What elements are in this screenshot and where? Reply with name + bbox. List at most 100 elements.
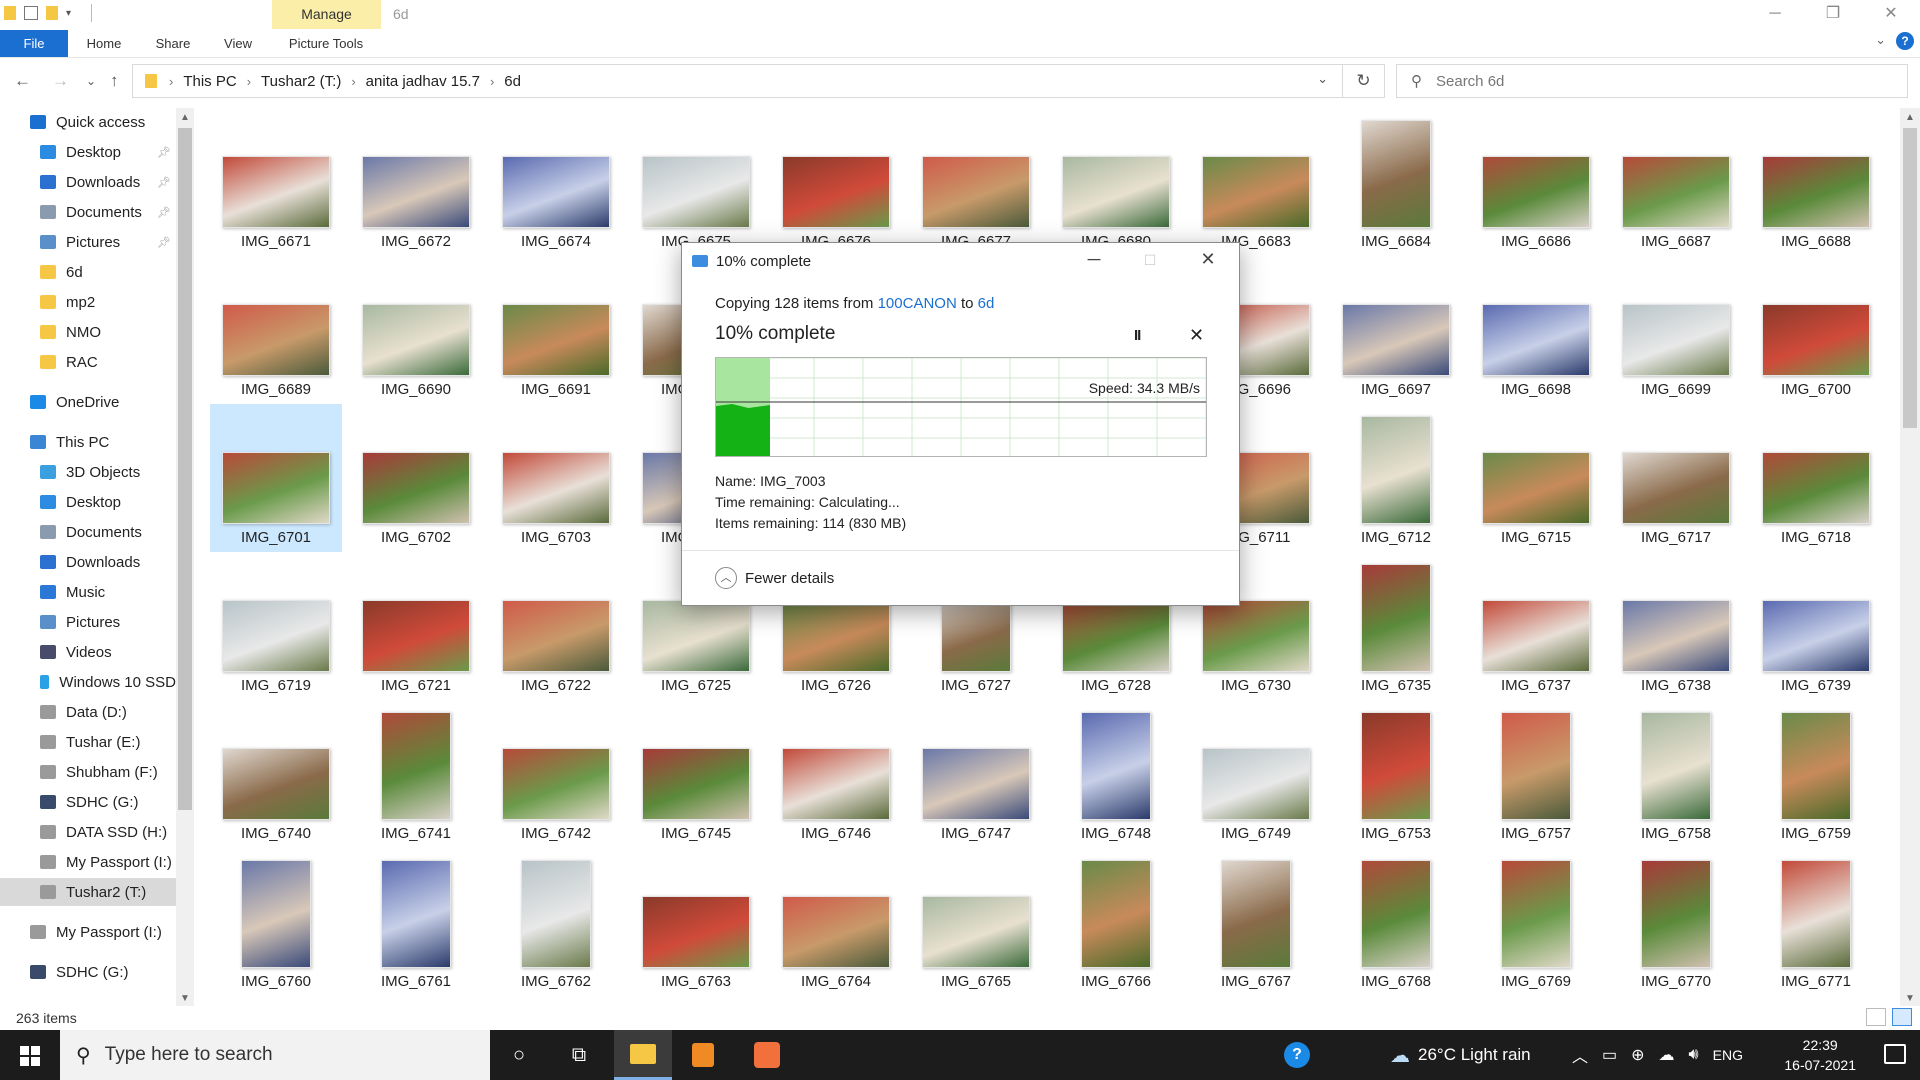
sidebar-item[interactable]: 6d [0,258,176,286]
sidebar-item[interactable]: mp2 [0,288,176,316]
sidebar-item[interactable]: My Passport (I:) [0,918,176,946]
network-icon[interactable]: ⊕ [1631,1045,1644,1065]
file-tile[interactable]: IMG_6680 [1050,108,1182,256]
sidebar-item[interactable]: NMO [0,318,176,346]
file-tile[interactable]: IMG_6761 [350,848,482,996]
sidebar-item[interactable]: Pictures 📌︎ [0,228,176,256]
sidebar-item[interactable]: Desktop [0,488,176,516]
file-tile[interactable]: IMG_6740 [210,700,342,848]
minimize-button[interactable]: ─ [1074,249,1114,270]
folder-icon[interactable] [4,6,16,20]
scroll-up-icon[interactable]: ▲ [1905,112,1915,123]
file-tile[interactable]: IMG_6765 [910,848,1042,996]
search-input[interactable]: Search 6d [1436,73,1504,90]
file-tile[interactable]: IMG_6717 [1610,404,1742,552]
source-link[interactable]: 100CANON [878,295,957,312]
address-dropdown-icon[interactable]: ⌄ [1317,71,1328,87]
file-tile[interactable]: IMG_6742 [490,700,622,848]
up-arrow-icon[interactable]: ↑ [110,71,119,91]
sidebar-item[interactable]: Quick access [0,108,176,136]
xampp-icon[interactable] [738,1030,796,1080]
details-view-icon[interactable] [1866,1008,1886,1026]
file-tile[interactable]: IMG_6735 [1330,552,1462,700]
file-tile[interactable]: IMG_6721 [350,552,482,700]
taskbar-search-input[interactable]: Type here to search [105,1044,273,1066]
sidebar-item[interactable]: Pictures [0,608,176,636]
sidebar-item[interactable]: SDHC (G:) [0,788,176,816]
pin-icon[interactable]: 📌︎ [157,206,171,219]
file-tile[interactable]: IMG_6758 [1610,700,1742,848]
file-tile[interactable]: IMG_6688 [1750,108,1882,256]
file-tile[interactable]: IMG_6686 [1470,108,1602,256]
sidebar-item[interactable]: Downloads 📌︎ [0,168,176,196]
pause-button[interactable]: II [1134,327,1141,344]
scrollbar-thumb[interactable] [1903,128,1917,428]
file-tile[interactable]: IMG_6748 [1050,700,1182,848]
sidebar-item[interactable]: Tushar (E:) [0,728,176,756]
sidebar-item[interactable]: Documents [0,518,176,546]
breadcrumb-this-pc[interactable]: This PC [183,73,236,90]
pin-icon[interactable]: 📌︎ [157,146,171,159]
minimize-button[interactable]: ─ [1746,0,1804,30]
file-tile[interactable]: IMG_6677 [910,108,1042,256]
breadcrumb-drive[interactable]: Tushar2 (T:) [261,73,341,90]
file-tile[interactable]: IMG_6747 [910,700,1042,848]
file-tile[interactable]: IMG_6674 [490,108,622,256]
sidebar-item[interactable]: Windows 10 SSD [0,668,176,696]
file-tile[interactable]: IMG_6749 [1190,700,1322,848]
chevron-right-icon[interactable]: › [169,74,173,89]
file-tile[interactable]: IMG_6745 [630,700,762,848]
close-button[interactable]: ✕ [1862,0,1920,30]
volume-icon[interactable]: 🔊︎ [1689,1046,1699,1064]
sidebar-item[interactable]: This PC [0,428,176,456]
file-tile[interactable]: IMG_6719 [210,552,342,700]
task-view-icon[interactable]: ⧉ [550,1030,608,1080]
sidebar-item[interactable]: My Passport (I:) [0,848,176,876]
sidebar-item[interactable]: Tushar2 (T:) [0,878,176,906]
file-tile[interactable]: IMG_6700 [1750,256,1882,404]
clock[interactable]: 22:39 16-07-2021 [1784,1035,1856,1075]
sidebar-item[interactable]: Videos [0,638,176,666]
file-tile[interactable]: IMG_6766 [1050,848,1182,996]
scrollbar-thumb[interactable] [178,128,192,810]
file-tile[interactable]: IMG_6676 [770,108,902,256]
file-tile[interactable]: IMG_6703 [490,404,622,552]
file-tile[interactable]: IMG_6757 [1470,700,1602,848]
file-tile[interactable]: IMG_6712 [1330,404,1462,552]
file-tile[interactable]: IMG_6675 [630,108,762,256]
properties-icon[interactable] [24,6,38,20]
onedrive-icon[interactable]: ☁ [1659,1045,1675,1065]
breadcrumb-current[interactable]: 6d [504,73,521,90]
pin-icon[interactable]: 📌︎ [157,176,171,189]
chevron-right-icon[interactable]: › [490,74,494,89]
file-tile[interactable]: IMG_6769 [1470,848,1602,996]
file-tile[interactable]: IMG_6771 [1750,848,1882,996]
sidebar-item[interactable]: OneDrive [0,388,176,416]
tab-share[interactable]: Share [148,30,198,57]
file-tile[interactable]: IMG_6753 [1330,700,1462,848]
breadcrumb-folder[interactable]: anita jadhav 15.7 [366,73,480,90]
forward-arrow-icon[interactable]: → [52,71,69,91]
file-tile[interactable]: IMG_6671 [210,108,342,256]
file-tile[interactable]: IMG_6764 [770,848,902,996]
language-indicator[interactable]: ENG [1713,1047,1743,1063]
file-tile[interactable]: IMG_6718 [1750,404,1882,552]
file-tile[interactable]: IMG_6690 [350,256,482,404]
sidebar-item[interactable]: Downloads [0,548,176,576]
weather-widget[interactable]: ☁ 26°C Light rain [1390,1030,1531,1080]
file-explorer-icon[interactable] [614,1030,672,1080]
file-tile[interactable]: IMG_6762 [490,848,622,996]
file-tile[interactable]: IMG_6760 [210,848,342,996]
manage-tab[interactable]: Manage [272,0,381,29]
new-folder-icon[interactable] [46,6,58,20]
file-tile[interactable]: IMG_6738 [1610,552,1742,700]
file-grid-scrollbar[interactable]: ▲ ▼ [1900,108,1920,1008]
pin-icon[interactable]: 📌︎ [157,236,171,249]
scroll-down-icon[interactable]: ▼ [1905,993,1915,1004]
start-button[interactable] [0,1030,60,1080]
file-tile[interactable]: IMG_6741 [350,700,482,848]
notification-icon[interactable] [1884,1044,1906,1064]
chevron-right-icon[interactable]: › [351,74,355,89]
sidebar-item[interactable]: SDHC (G:) [0,958,176,986]
file-tile[interactable]: IMG_6699 [1610,256,1742,404]
